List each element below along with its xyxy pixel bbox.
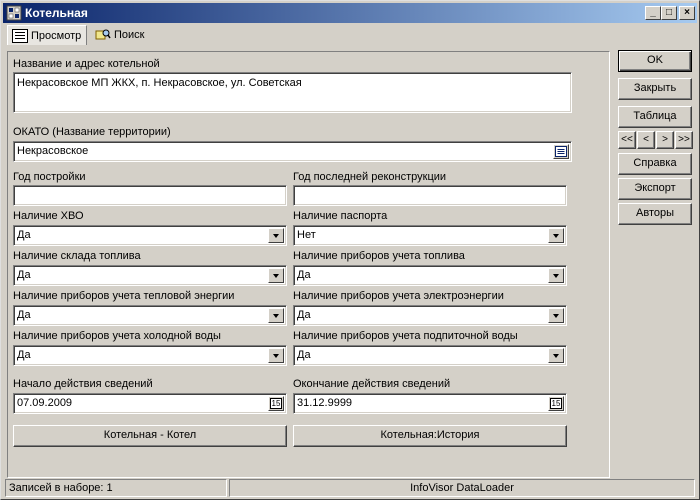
year-reconstructed-label: Год последней реконструкции (293, 171, 447, 183)
calendar-icon: 15 (550, 398, 562, 409)
authors-button[interactable]: Авторы (618, 203, 692, 225)
nav-last-button[interactable]: >> (675, 131, 693, 149)
app-icon (6, 5, 22, 21)
ok-button[interactable]: OK (618, 50, 692, 72)
year-reconstructed-field[interactable] (293, 185, 567, 206)
minimize-button[interactable]: _ (645, 6, 661, 20)
cold-water-meters-value: Да (17, 349, 31, 361)
maximize-button[interactable]: □ (661, 6, 677, 20)
passport-dropdown-button[interactable] (548, 228, 564, 243)
main-window: Котельная _ □ × Просмотр Поиск Название … (0, 0, 700, 500)
heat-meters-label: Наличие приборов учета тепловой энергии (13, 290, 235, 302)
hvo-label: Наличие ХВО (13, 210, 84, 222)
close-window-button[interactable]: × (679, 6, 695, 20)
status-app-name: InfoVisor DataLoader (229, 479, 695, 497)
cold-water-meters-label: Наличие приборов учета холодной воды (13, 330, 221, 342)
chevron-down-icon (553, 314, 559, 318)
lookup-list-icon (555, 146, 567, 157)
heat-meters-value: Да (17, 309, 31, 321)
passport-value: Нет (297, 229, 316, 241)
name-label: Название и адрес котельной (13, 58, 160, 70)
makeup-water-meters-select[interactable]: Да (293, 345, 567, 366)
okato-field[interactable]: Некрасовское (13, 141, 572, 162)
nav-prev-button[interactable]: < (637, 131, 655, 149)
fuel-meters-value: Да (297, 269, 311, 281)
fuel-storage-label: Наличие склада топлива (13, 250, 141, 262)
date-end-calendar-button[interactable]: 15 (548, 396, 564, 411)
date-end-field[interactable]: 31.12.9999 15 (293, 393, 567, 414)
boiler-subform-button[interactable]: Котельная - Котел (13, 425, 287, 447)
year-built-field[interactable] (13, 185, 287, 206)
chevron-down-icon (273, 354, 279, 358)
chevron-down-icon (553, 274, 559, 278)
chevron-down-icon (553, 234, 559, 238)
tab-view-label: Просмотр (31, 29, 82, 42)
title-bar[interactable]: Котельная _ □ × (3, 3, 697, 23)
power-meters-dropdown-button[interactable] (548, 308, 564, 323)
window-title: Котельная (25, 6, 88, 20)
hvo-dropdown-button[interactable] (268, 228, 284, 243)
fuel-storage-dropdown-button[interactable] (268, 268, 284, 283)
power-meters-label: Наличие приборов учета электроэнергии (293, 290, 504, 302)
date-start-label: Начало действия сведений (13, 378, 153, 390)
date-end-label: Окончание действия сведений (293, 378, 451, 390)
tab-search[interactable]: Поиск (91, 25, 151, 45)
makeup-water-meters-label: Наличие приборов учета подпиточной воды (293, 330, 518, 342)
makeup-water-meters-dropdown-button[interactable] (548, 348, 564, 363)
chevron-down-icon (273, 234, 279, 238)
cold-water-meters-dropdown-button[interactable] (268, 348, 284, 363)
close-button[interactable]: Закрыть (618, 78, 692, 100)
history-subform-button[interactable]: Котельная:История (293, 425, 567, 447)
nav-next-button[interactable]: > (656, 131, 674, 149)
export-button[interactable]: Экспорт (618, 178, 692, 200)
passport-select[interactable]: Нет (293, 225, 567, 246)
date-start-value: 07.09.2009 (17, 397, 73, 409)
fuel-storage-value: Да (17, 269, 31, 281)
hvo-select[interactable]: Да (13, 225, 287, 246)
okato-value: Некрасовское (17, 145, 89, 157)
hvo-value: Да (17, 229, 31, 241)
search-icon (95, 29, 111, 40)
chevron-down-icon (273, 314, 279, 318)
help-button[interactable]: Справка (618, 153, 692, 175)
tab-view[interactable]: Просмотр (7, 25, 87, 45)
chevron-down-icon (553, 354, 559, 358)
table-button[interactable]: Таблица (618, 106, 692, 128)
status-records: Записей в наборе: 1 (5, 479, 227, 497)
cold-water-meters-select[interactable]: Да (13, 345, 287, 366)
date-end-value: 31.12.9999 (297, 397, 353, 409)
fuel-meters-select[interactable]: Да (293, 265, 567, 286)
chevron-down-icon (273, 274, 279, 278)
passport-label: Наличие паспорта (293, 210, 388, 222)
heat-meters-select[interactable]: Да (13, 305, 287, 326)
calendar-icon: 15 (270, 398, 282, 409)
okato-label: ОКАТО (Название территории) (13, 126, 171, 138)
fuel-storage-select[interactable]: Да (13, 265, 287, 286)
power-meters-select[interactable]: Да (293, 305, 567, 326)
name-textarea[interactable]: Некрасовское МП ЖКХ, п. Некрасовское, ул… (13, 72, 572, 113)
heat-meters-dropdown-button[interactable] (268, 308, 284, 323)
nav-first-button[interactable]: << (618, 131, 636, 149)
makeup-water-meters-value: Да (297, 349, 311, 361)
view-list-icon (12, 28, 28, 43)
year-built-label: Год постройки (13, 171, 86, 183)
fuel-meters-label: Наличие приборов учета топлива (293, 250, 465, 262)
tab-search-label: Поиск (114, 29, 145, 41)
date-start-calendar-button[interactable]: 15 (268, 396, 284, 411)
power-meters-value: Да (297, 309, 311, 321)
date-start-field[interactable]: 07.09.2009 15 (13, 393, 287, 414)
name-value: Некрасовское МП ЖКХ, п. Некрасовское, ул… (17, 77, 302, 89)
okato-lookup-button[interactable] (553, 144, 569, 159)
fuel-meters-dropdown-button[interactable] (548, 268, 564, 283)
